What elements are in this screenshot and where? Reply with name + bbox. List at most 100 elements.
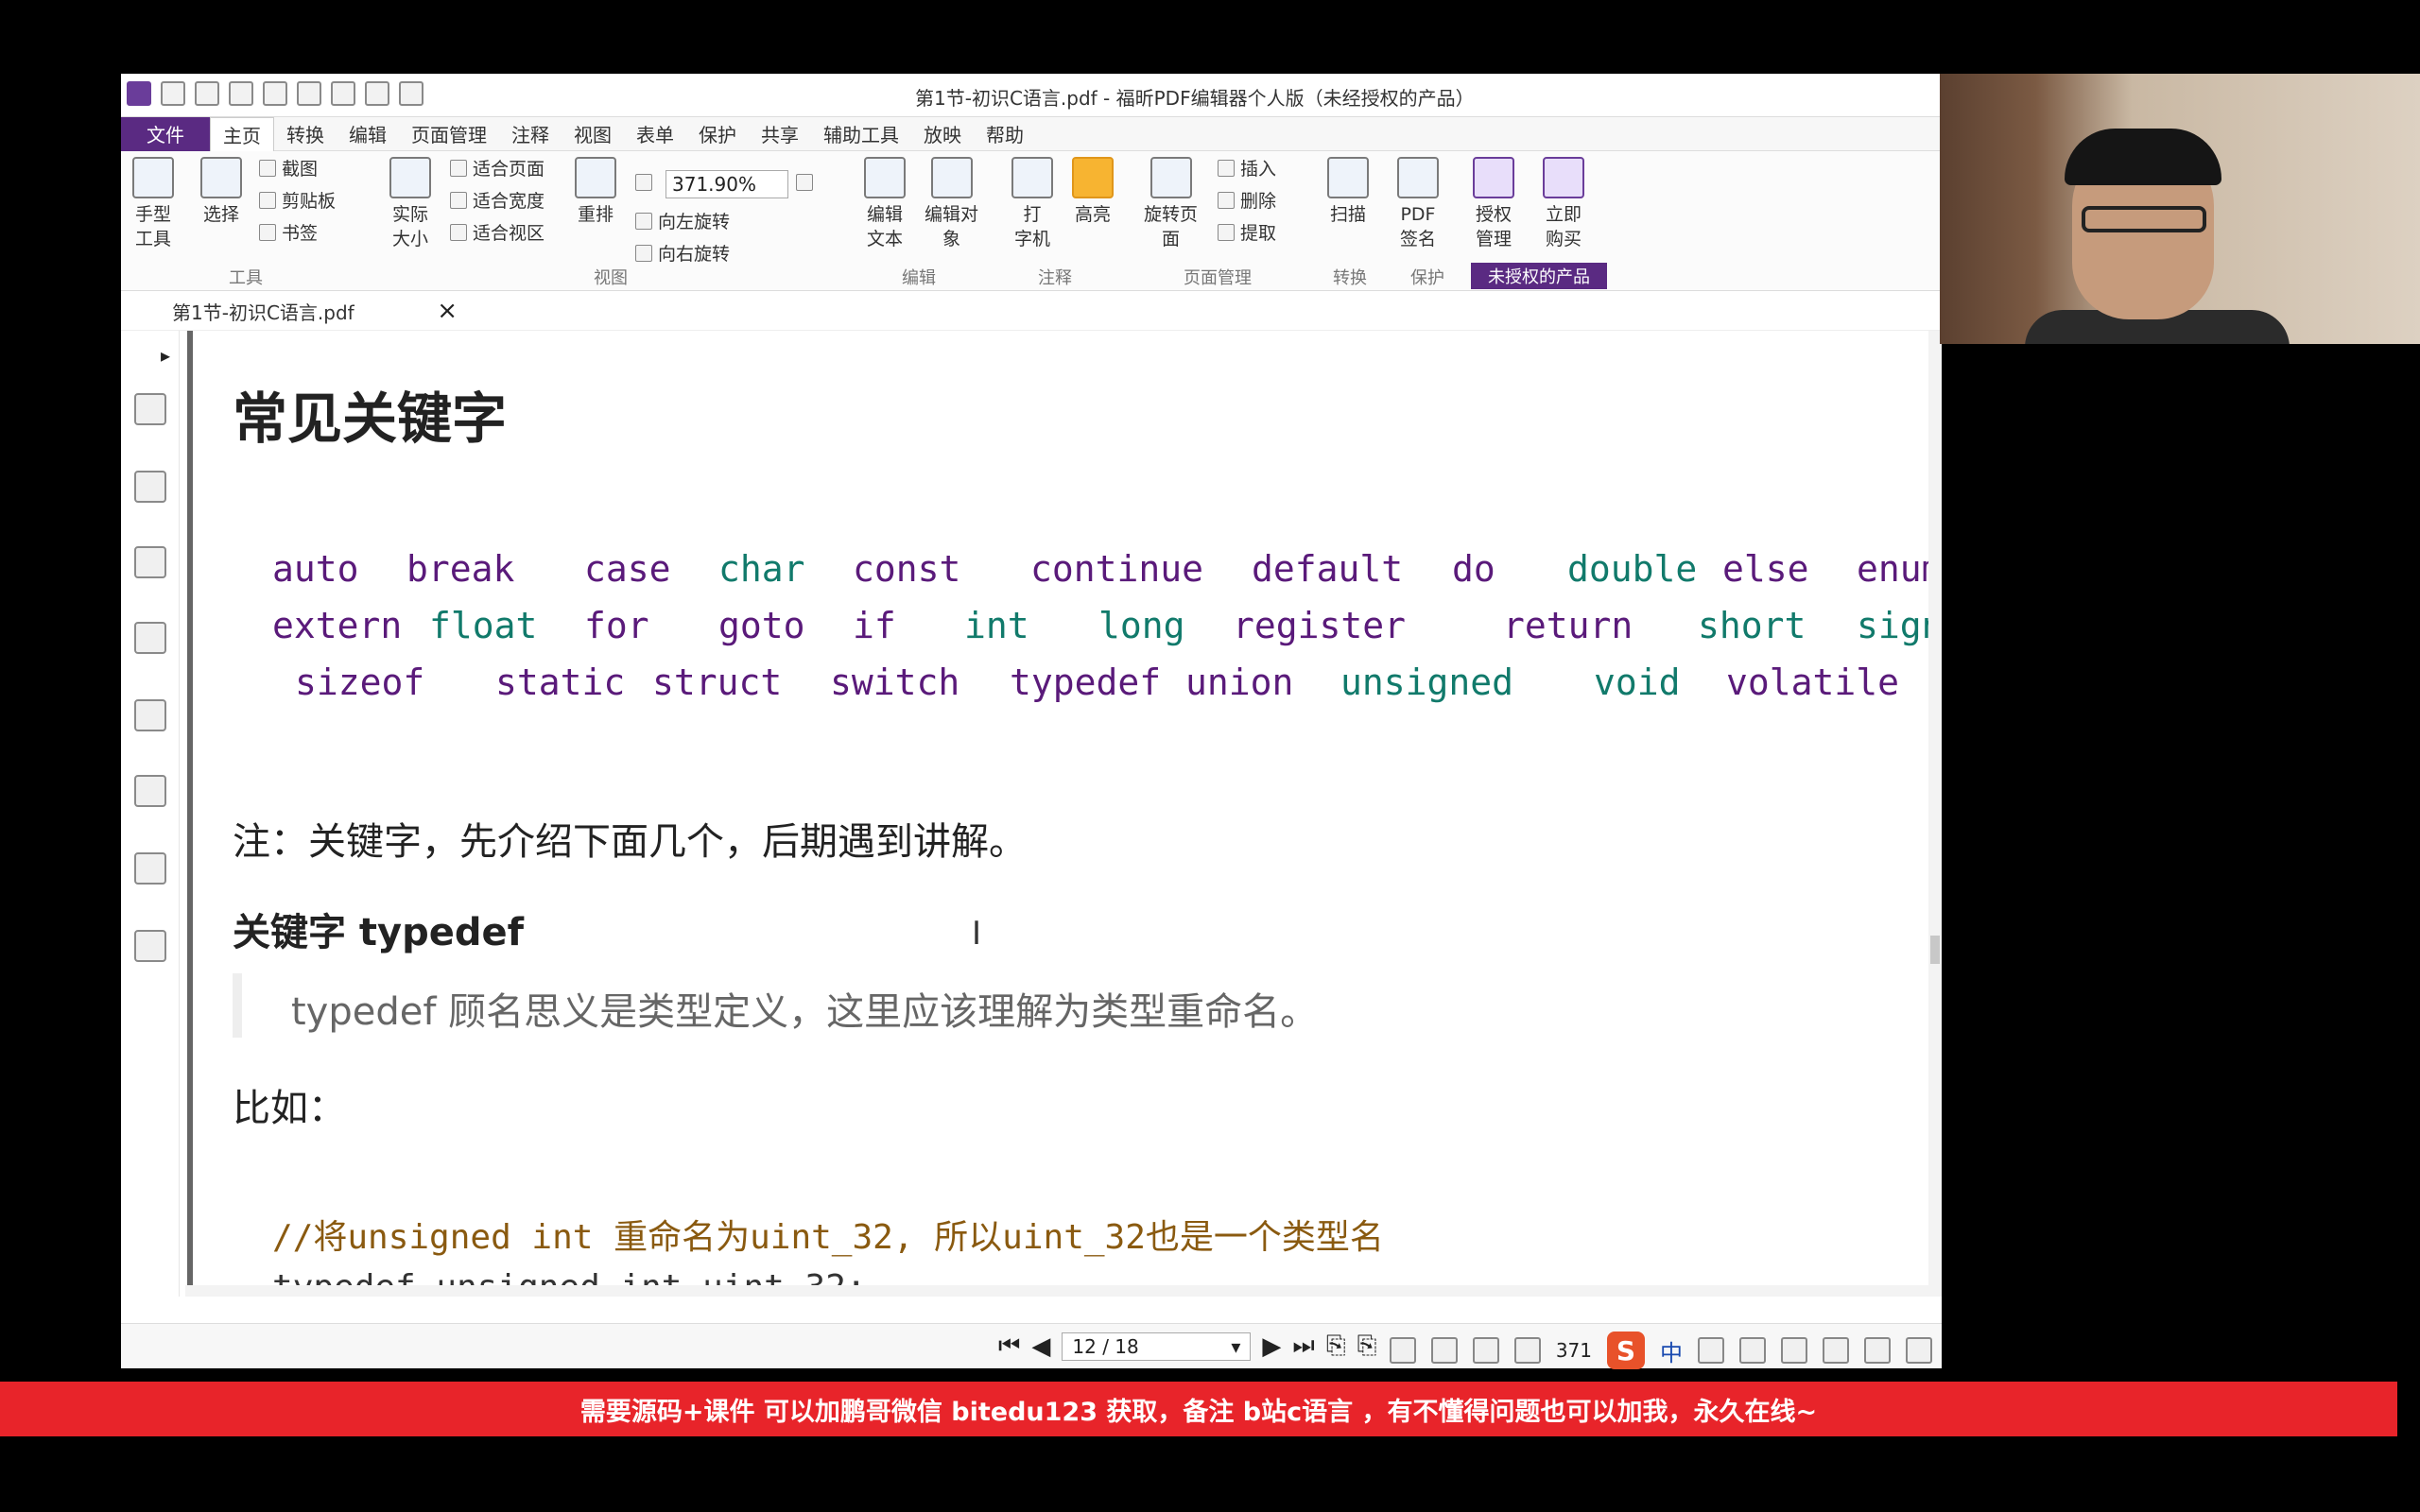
- open-icon[interactable]: [161, 81, 185, 106]
- actual-size-button[interactable]: 实际 大小: [389, 157, 431, 251]
- status-bar: ⏮ ◀ 12 / 18 ▾ ▶ ⏭ ⎘ ⎘ 371 S 中: [121, 1323, 1942, 1369]
- keyword: short: [1698, 605, 1806, 646]
- menu-file[interactable]: 文件: [121, 116, 210, 151]
- edit-text-button[interactable]: 编辑 文本: [864, 157, 906, 251]
- fit-visible-button[interactable]: 适合视区: [450, 219, 544, 245]
- edit-text-icon: [864, 157, 906, 198]
- skin-icon[interactable]: [1864, 1337, 1891, 1364]
- page-navigation: ⏮ ◀ 12 / 18 ▾ ▶ ⏭ ⎘ ⎘: [998, 1332, 1376, 1361]
- menu-edit[interactable]: 编辑: [337, 117, 399, 151]
- menu-accessibility[interactable]: 辅助工具: [811, 117, 911, 151]
- keyword: break: [406, 548, 515, 590]
- menu-slideshow[interactable]: 放映: [911, 117, 974, 151]
- edit-object-button[interactable]: 编辑对 象: [925, 157, 978, 251]
- pdf-editor-window: 第1节-初识C语言.pdf - 福昕PDF编辑器个人版（未经授权的产品） 文件 …: [121, 74, 1942, 1369]
- next-page-icon[interactable]: ▶: [1262, 1332, 1281, 1361]
- previous-view-icon[interactable]: ⎘: [1326, 1332, 1346, 1361]
- document-viewport[interactable]: 常见关键字 auto break case char const continu…: [185, 331, 1942, 1297]
- zoom-status[interactable]: 371: [1556, 1339, 1592, 1362]
- page-thumbnails-icon[interactable]: [134, 393, 166, 425]
- insert-button[interactable]: 插入: [1218, 155, 1276, 180]
- keyboard-icon[interactable]: [1823, 1337, 1849, 1364]
- ime-mode[interactable]: 中: [1660, 1334, 1683, 1367]
- clipboard-label: 剪贴板: [282, 191, 337, 212]
- insert-label: 插入: [1240, 159, 1277, 180]
- page-number-input[interactable]: 12 / 18 ▾: [1062, 1332, 1252, 1361]
- comments-icon[interactable]: [134, 622, 166, 654]
- bookmark-icon: [259, 223, 276, 241]
- select-button[interactable]: 选择: [200, 157, 242, 227]
- auth-manage-button[interactable]: 授权 管理: [1473, 157, 1514, 251]
- zoom-in-icon[interactable]: [796, 174, 813, 191]
- bookmark-button[interactable]: 书签: [259, 219, 318, 245]
- horizontal-scrollbar[interactable]: [185, 1285, 1942, 1297]
- code-comment-line: //将unsigned int 重命名为uint_32, 所以uint_32也是…: [272, 1218, 1384, 1257]
- menu-view[interactable]: 视图: [562, 117, 624, 151]
- vertical-scrollbar[interactable]: [1928, 331, 1942, 1285]
- hand-tool-button[interactable]: 手型 工具: [132, 157, 174, 251]
- print-icon[interactable]: [229, 81, 253, 106]
- lock-icon[interactable]: [134, 775, 166, 807]
- microphone-icon[interactable]: [1781, 1337, 1807, 1364]
- screenshot-button[interactable]: 截图: [259, 155, 318, 180]
- document-tab[interactable]: 第1节-初识C语言.pdf ×: [159, 291, 471, 331]
- zoom-out-icon[interactable]: [635, 174, 652, 191]
- menu-grid-icon[interactable]: [1906, 1337, 1932, 1364]
- attachment-icon[interactable]: [134, 699, 166, 731]
- pages-icon[interactable]: [134, 471, 166, 503]
- delete-button[interactable]: 删除: [1218, 187, 1276, 213]
- keyword: double: [1567, 548, 1698, 590]
- status-right-tools: 371 S 中: [1389, 1332, 1932, 1369]
- layers-icon[interactable]: [134, 546, 166, 578]
- scrollbar-thumb[interactable]: [1930, 936, 1940, 964]
- save-icon[interactable]: [195, 81, 219, 106]
- previous-page-icon[interactable]: ◀: [1031, 1332, 1050, 1361]
- punctuation-icon[interactable]: [1698, 1337, 1724, 1364]
- hand-icon[interactable]: [399, 81, 424, 106]
- last-page-icon[interactable]: ⏭: [1292, 1332, 1314, 1361]
- rotate-left-button[interactable]: 向左旋转: [635, 208, 730, 233]
- expand-panel-icon[interactable]: ▸: [161, 344, 170, 367]
- window-icon[interactable]: [134, 852, 166, 885]
- typedef-description: typedef 顾名思义是类型定义，这里应该理解为类型重命名。: [291, 990, 1319, 1034]
- split-view-icon[interactable]: [1513, 1337, 1541, 1364]
- menu-form[interactable]: 表单: [624, 117, 686, 151]
- typewriter-button[interactable]: 打 字机: [1011, 157, 1053, 251]
- keyword: int: [964, 605, 1029, 646]
- menu-home[interactable]: 主页: [210, 116, 274, 151]
- clipboard-button[interactable]: 剪贴板: [259, 187, 336, 213]
- menu-share[interactable]: 共享: [749, 117, 811, 151]
- next-view-icon[interactable]: ⎘: [1357, 1332, 1377, 1361]
- signature-icon[interactable]: [134, 930, 166, 962]
- pdf-sign-button[interactable]: PDF 签名: [1397, 157, 1439, 251]
- quick-access-toolbar: [127, 81, 424, 106]
- menu-protect[interactable]: 保护: [686, 117, 749, 151]
- menu-annotate[interactable]: 注释: [499, 117, 562, 151]
- fit-width-icon: [450, 191, 467, 209]
- chevron-down-icon[interactable]: ▾: [1231, 1335, 1240, 1358]
- emoji-icon[interactable]: [1739, 1337, 1766, 1364]
- menu-convert[interactable]: 转换: [274, 117, 337, 151]
- zoom-input[interactable]: 371.90%: [666, 170, 788, 198]
- scan-button[interactable]: 扫描: [1327, 157, 1369, 227]
- undo-icon[interactable]: [331, 81, 355, 106]
- new-window-icon[interactable]: [263, 81, 287, 106]
- menu-page-manage[interactable]: 页面管理: [399, 117, 499, 151]
- rotate-right-button[interactable]: 向右旋转: [635, 240, 730, 266]
- fit-page-button[interactable]: 适合页面: [450, 155, 544, 180]
- rotate-page-button[interactable]: 旋转页 面: [1144, 157, 1198, 251]
- continuous-page-icon[interactable]: [1430, 1337, 1458, 1364]
- redo-icon[interactable]: [365, 81, 389, 106]
- first-page-icon[interactable]: ⏮: [998, 1332, 1020, 1361]
- menu-help[interactable]: 帮助: [974, 117, 1036, 151]
- sogou-ime-icon[interactable]: S: [1607, 1332, 1645, 1369]
- highlight-button[interactable]: 高亮: [1072, 157, 1114, 227]
- facing-page-icon[interactable]: [1472, 1337, 1499, 1364]
- close-tab-icon[interactable]: ×: [437, 297, 458, 325]
- extract-button[interactable]: 提取: [1218, 219, 1276, 245]
- single-page-icon[interactable]: [1389, 1337, 1416, 1364]
- buy-now-button[interactable]: 立即 购买: [1543, 157, 1584, 251]
- fit-width-button[interactable]: 适合宽度: [450, 187, 544, 213]
- reflow-button[interactable]: 重排: [575, 157, 616, 227]
- paste-icon[interactable]: [297, 81, 321, 106]
